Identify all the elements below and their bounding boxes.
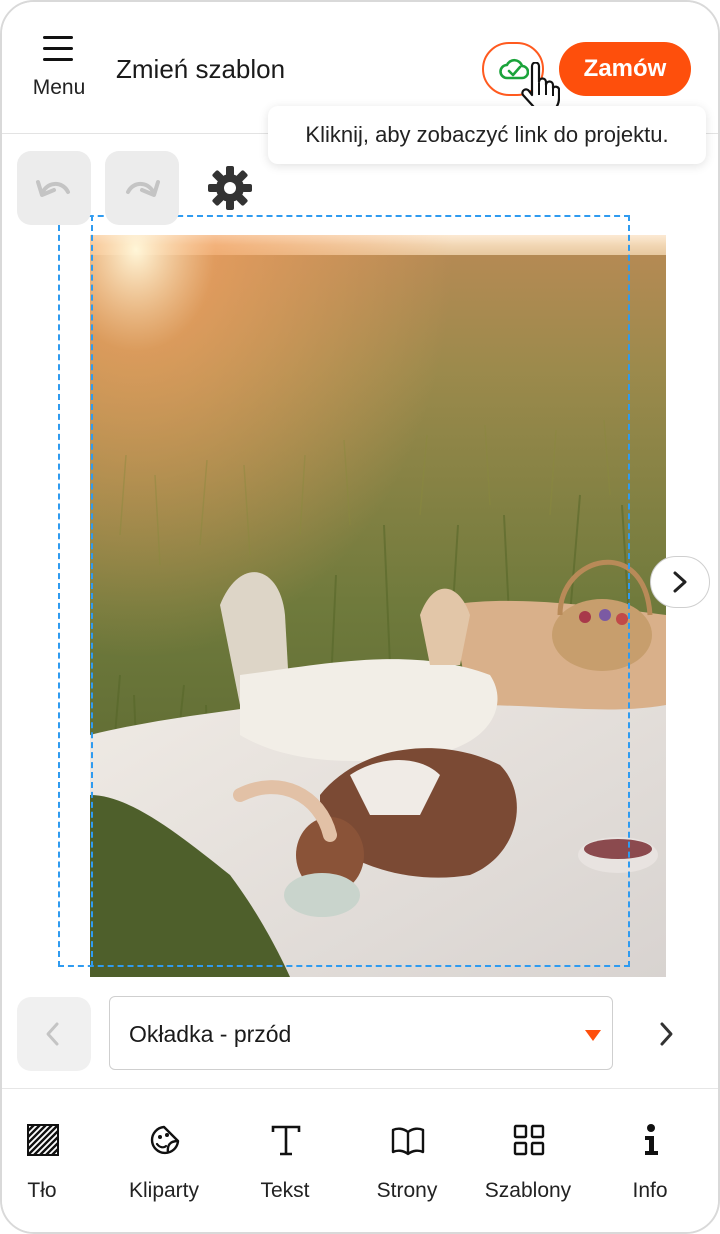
previous-page-button[interactable] bbox=[17, 997, 91, 1071]
redo-icon bbox=[126, 180, 160, 197]
chevron-left-icon bbox=[46, 1022, 59, 1046]
next-page-button[interactable] bbox=[630, 997, 704, 1071]
hamburger-icon bbox=[43, 36, 73, 62]
toolbar-item-text[interactable]: Tekst bbox=[225, 1089, 345, 1232]
toolbar-label: Szablony bbox=[484, 1179, 572, 1202]
toolbar-label: Info bbox=[632, 1179, 668, 1202]
toolbar-item-cliparts[interactable]: Kliparty bbox=[104, 1089, 224, 1232]
safe-area-outline bbox=[58, 215, 630, 967]
app-frame: Menu Zmień szablon Zamów Kliknij, aby zo… bbox=[0, 0, 720, 1234]
undo-icon bbox=[36, 180, 70, 197]
info-icon bbox=[645, 1124, 658, 1155]
background-pattern-icon bbox=[27, 1124, 59, 1156]
toolbar-label: Kliparty bbox=[128, 1179, 200, 1202]
page-dropdown[interactable]: Okładka - przód bbox=[109, 996, 613, 1070]
toolbar-item-pages[interactable]: Strony bbox=[347, 1089, 467, 1232]
bottom-toolbar: Tło Kliparty Tekst Strony Szablony Info bbox=[2, 1088, 718, 1232]
chevron-right-icon bbox=[660, 1022, 673, 1046]
toolbar-label: Tekst bbox=[260, 1179, 310, 1202]
settings-gear-icon[interactable] bbox=[205, 163, 255, 213]
dropdown-caret-icon bbox=[585, 1030, 601, 1041]
toolbar-item-templates[interactable]: Szablony bbox=[468, 1089, 588, 1232]
chevron-right-icon bbox=[673, 571, 687, 593]
sticker-icon bbox=[150, 1125, 180, 1155]
editor-canvas bbox=[2, 135, 718, 985]
spine-guide-line bbox=[91, 215, 93, 967]
toolbar-item-background[interactable]: Tło bbox=[2, 1089, 102, 1232]
page-dropdown-value: Okładka - przód bbox=[129, 1021, 292, 1047]
project-link-tooltip: Kliknij, aby zobaczyć link do projektu. bbox=[268, 106, 706, 164]
undo-button[interactable] bbox=[17, 151, 91, 225]
text-icon bbox=[271, 1125, 301, 1156]
redo-button[interactable] bbox=[105, 151, 179, 225]
page-navigation: Okładka - przód bbox=[2, 992, 718, 1076]
book-icon bbox=[391, 1127, 425, 1156]
change-template-link[interactable]: Zmień szablon bbox=[116, 54, 285, 85]
grid-icon bbox=[513, 1124, 545, 1156]
toolbar-item-info[interactable]: Info bbox=[590, 1089, 710, 1232]
toolbar-label: Strony bbox=[376, 1179, 438, 1202]
toolbar-label: Tło bbox=[27, 1179, 57, 1202]
order-button[interactable]: Zamów bbox=[559, 42, 691, 96]
menu-label: Menu bbox=[32, 76, 86, 99]
menu-button[interactable]: Menu bbox=[26, 36, 92, 102]
next-spread-button[interactable] bbox=[650, 556, 710, 608]
